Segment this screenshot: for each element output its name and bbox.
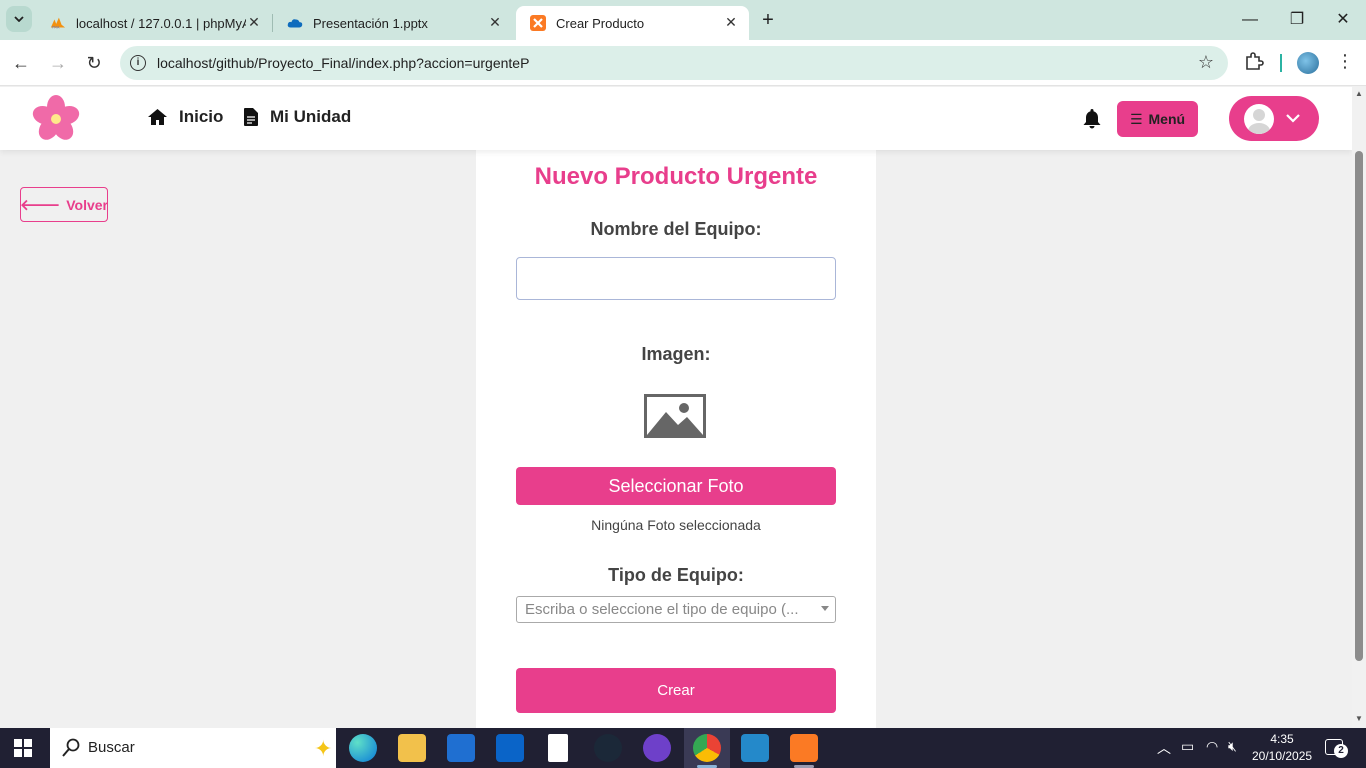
vscode-icon[interactable] bbox=[741, 734, 769, 762]
wifi-icon[interactable]: ◠ bbox=[1206, 738, 1218, 755]
close-tab-icon[interactable]: ✕ bbox=[723, 14, 739, 30]
form-card: Nuevo Producto Urgente Nombre del Equipo… bbox=[476, 147, 876, 728]
menu-label: Menú bbox=[1148, 111, 1186, 127]
volume-muted-icon[interactable]: 🔇︎ bbox=[1228, 738, 1237, 755]
bell-notification-icon[interactable] bbox=[1083, 109, 1101, 134]
equipment-type-select[interactable]: Escriba o seleccione el tipo de equipo (… bbox=[516, 596, 836, 623]
chevron-down-icon bbox=[14, 16, 24, 22]
file-explorer-icon[interactable] bbox=[398, 734, 426, 762]
search-icon bbox=[62, 738, 80, 757]
select-photo-button[interactable]: Seleccionar Foto bbox=[516, 467, 836, 505]
xampp-icon bbox=[530, 15, 546, 31]
address-bar[interactable]: i localhost/github/Proyecto_Final/index.… bbox=[120, 46, 1228, 80]
nav-inicio[interactable]: Inicio bbox=[148, 107, 223, 127]
minimize-icon[interactable]: — bbox=[1235, 8, 1265, 32]
outlook-icon[interactable] bbox=[496, 734, 524, 762]
system-clock[interactable]: 4:35 20/10/2025 bbox=[1252, 731, 1312, 765]
site-header: Inicio Mi Unidad ☰ Menú bbox=[0, 87, 1352, 150]
tab-presentacion[interactable]: Presentación 1.pptx ✕ bbox=[273, 6, 513, 40]
image-label: Imagen: bbox=[641, 344, 711, 364]
notification-center-icon[interactable]: 2 bbox=[1325, 739, 1348, 758]
page-viewport: Inicio Mi Unidad ☰ Menú 🡐 Volver Nuevo P… bbox=[0, 87, 1352, 728]
page-scrollbar[interactable]: ▲ ▼ bbox=[1352, 87, 1366, 728]
avatar bbox=[1244, 104, 1274, 134]
type-label: Tipo de Equipo: bbox=[608, 565, 744, 585]
arrow-left-icon: 🡐 bbox=[20, 197, 61, 214]
chrome-icon[interactable] bbox=[693, 734, 721, 762]
image-placeholder-icon bbox=[644, 394, 706, 443]
close-window-icon[interactable]: ✕ bbox=[1328, 8, 1358, 32]
new-tab-icon[interactable]: + bbox=[757, 9, 779, 31]
copilot-sparkle-icon: ✦ bbox=[314, 736, 333, 761]
tab-title: Crear Producto bbox=[556, 15, 645, 31]
close-tab-icon[interactable]: ✕ bbox=[246, 14, 262, 30]
restore-icon[interactable]: ❐ bbox=[1282, 8, 1312, 32]
dropdown-caret-icon bbox=[821, 606, 829, 611]
tab-title: Presentación 1.pptx bbox=[313, 15, 428, 31]
phpmyadmin-icon: PMA bbox=[50, 15, 66, 31]
form-title: Nuevo Producto Urgente bbox=[534, 163, 818, 190]
scroll-down-icon[interactable]: ▼ bbox=[1355, 714, 1363, 723]
back-arrow-icon[interactable]: ← bbox=[8, 50, 34, 76]
microsoft-store-icon[interactable] bbox=[447, 734, 475, 762]
browser-tab-strip: PMA localhost / 127.0.0.1 | phpMyAd ✕ Pr… bbox=[0, 0, 1366, 40]
document-icon bbox=[244, 108, 258, 126]
home-icon bbox=[148, 109, 167, 125]
extensions-puzzle-icon[interactable] bbox=[1244, 51, 1264, 76]
back-label: Volver bbox=[66, 196, 108, 213]
taskbar-search[interactable]: Buscar ✦ bbox=[50, 728, 336, 768]
scrollbar-thumb[interactable] bbox=[1355, 151, 1363, 661]
chevron-up-icon[interactable]: ︿ bbox=[1157, 738, 1171, 758]
tab-search-button[interactable] bbox=[6, 6, 32, 32]
back-button[interactable]: 🡐 Volver bbox=[20, 187, 108, 222]
url-text: localhost/github/Proyecto_Final/index.ph… bbox=[157, 55, 530, 71]
equipment-name-input[interactable] bbox=[516, 257, 836, 300]
reload-icon[interactable]: ↻ bbox=[81, 50, 107, 76]
tab-phpmyadmin[interactable]: PMA localhost / 127.0.0.1 | phpMyAd ✕ bbox=[36, 6, 272, 40]
steam-icon[interactable] bbox=[594, 734, 622, 762]
windows-start-icon[interactable] bbox=[14, 739, 32, 757]
clock-date: 20/10/2025 bbox=[1252, 749, 1313, 763]
toolbar-divider bbox=[1280, 54, 1282, 72]
svg-text:PMA: PMA bbox=[52, 25, 60, 29]
bookmark-star-icon[interactable]: ☆ bbox=[1198, 52, 1214, 73]
hamburger-icon: ☰ bbox=[1129, 110, 1143, 127]
tab-crear-producto[interactable]: Crear Producto ✕ bbox=[516, 6, 749, 40]
search-label: Buscar bbox=[88, 739, 135, 756]
github-desktop-icon[interactable] bbox=[643, 734, 671, 762]
select-placeholder: Escriba o seleccione el tipo de equipo (… bbox=[525, 601, 799, 618]
notepad-icon[interactable] bbox=[548, 734, 568, 762]
forward-arrow-icon[interactable]: → bbox=[45, 50, 71, 76]
close-tab-icon[interactable]: ✕ bbox=[487, 14, 503, 30]
photo-status-text: Ningúna Foto seleccionada bbox=[591, 517, 761, 533]
battery-icon[interactable]: ▭ bbox=[1181, 738, 1194, 755]
site-info-icon[interactable]: i bbox=[130, 55, 146, 71]
nav-label: Inicio bbox=[179, 107, 224, 126]
browser-toolbar: ← → ↻ i localhost/github/Proyecto_Final/… bbox=[0, 40, 1366, 86]
chevron-down-icon bbox=[1286, 114, 1300, 123]
tab-title: localhost / 127.0.0.1 | phpMyAd bbox=[76, 15, 246, 31]
menu-button[interactable]: ☰ Menú bbox=[1117, 101, 1198, 137]
clock-time: 4:35 bbox=[1270, 732, 1294, 746]
onedrive-cloud-icon bbox=[287, 15, 303, 31]
flower-logo-icon[interactable] bbox=[32, 95, 80, 143]
user-dropdown[interactable] bbox=[1229, 96, 1319, 141]
windows-taskbar: Buscar ✦ ︿ ▭ ◠ 🔇︎ 4:35 20/10/2025 2 bbox=[0, 728, 1366, 768]
notification-badge: 2 bbox=[1334, 744, 1348, 758]
nav-mi-unidad[interactable]: Mi Unidad bbox=[244, 107, 351, 127]
scroll-up-icon[interactable]: ▲ bbox=[1355, 89, 1363, 98]
name-label: Nombre del Equipo: bbox=[590, 219, 762, 239]
xampp-icon[interactable] bbox=[790, 734, 818, 762]
nav-label: Mi Unidad bbox=[270, 107, 352, 126]
create-button[interactable]: Crear bbox=[516, 668, 836, 713]
profile-avatar-icon[interactable] bbox=[1297, 52, 1319, 74]
edge-icon[interactable] bbox=[349, 734, 377, 762]
more-options-icon[interactable]: ⋮ bbox=[1336, 51, 1354, 72]
